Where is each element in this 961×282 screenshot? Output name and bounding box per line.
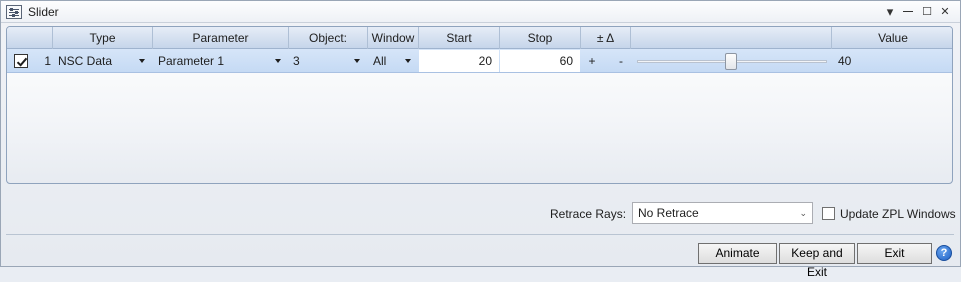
value-field[interactable]: 40 (838, 49, 948, 73)
maximize-icon[interactable]: ☐ (918, 3, 936, 21)
slider-app-icon (6, 5, 22, 19)
keep-and-exit-button[interactable]: Keep and Exit (779, 243, 855, 279)
header-value[interactable]: Value (832, 27, 952, 49)
header-plus-minus-delta[interactable]: ± Δ (581, 27, 631, 49)
window-chevron-down-icon[interactable] (405, 59, 411, 63)
update-zpl-windows-label: Update ZPL Windows (840, 207, 956, 221)
header-slider (631, 27, 832, 49)
start-input[interactable]: 20 (419, 50, 499, 72)
row-index: 1 (44, 54, 51, 68)
retrace-rays-value: No Retrace (638, 206, 699, 220)
object-dropdown[interactable]: 3 (293, 49, 363, 73)
slider-thumb[interactable] (725, 53, 737, 70)
object-chevron-down-icon[interactable] (354, 59, 360, 63)
header-stop[interactable]: Stop (500, 27, 581, 49)
help-icon[interactable]: ? (936, 245, 952, 261)
parameter-chevron-down-icon[interactable] (275, 59, 281, 63)
slider-grid: Type Parameter Object: Window Start Stop… (6, 26, 953, 184)
parameter-value: Parameter 1 (158, 54, 225, 68)
type-chevron-down-icon[interactable] (139, 59, 145, 63)
header-window[interactable]: Window (368, 27, 419, 49)
close-icon[interactable]: ✕ (936, 3, 954, 21)
slider-window: Slider ▾ — ☐ ✕ Type Parameter Object: Wi… (0, 0, 961, 279)
type-value: NSC Data (58, 54, 113, 68)
title-bar: Slider ▾ — ☐ ✕ (1, 1, 960, 23)
increment-button[interactable]: + (587, 49, 597, 73)
header-parameter[interactable]: Parameter (153, 27, 289, 49)
window-menu-icon[interactable]: ▾ (881, 3, 899, 21)
table-row[interactable]: 1 NSC Data Parameter 1 3 All 20 60 + - 4… (7, 49, 952, 73)
header-select (7, 27, 53, 49)
exit-button[interactable]: Exit (857, 243, 932, 264)
grid-header: Type Parameter Object: Window Start Stop… (7, 27, 952, 49)
header-start[interactable]: Start (419, 27, 500, 49)
chevron-down-icon[interactable]: ⌄ (799, 203, 807, 223)
parameter-dropdown[interactable]: Parameter 1 (158, 49, 284, 73)
footer-divider (6, 234, 954, 235)
stop-input[interactable]: 60 (500, 50, 580, 72)
header-object[interactable]: Object: (289, 27, 368, 49)
check-icon (16, 57, 28, 67)
retrace-rays-label: Retrace Rays: (550, 207, 627, 221)
window-value: All (373, 54, 387, 68)
retrace-rays-select[interactable]: No Retrace ⌄ (632, 202, 813, 224)
animate-button[interactable]: Animate (698, 243, 777, 264)
object-value: 3 (293, 54, 300, 68)
update-zpl-windows-checkbox[interactable] (822, 207, 835, 220)
type-dropdown[interactable]: NSC Data (58, 49, 148, 73)
window-title: Slider (28, 5, 59, 19)
minimize-icon[interactable]: — (899, 3, 917, 21)
row-enable-checkbox[interactable] (14, 54, 28, 68)
header-type[interactable]: Type (53, 27, 153, 49)
decrement-button[interactable]: - (616, 49, 626, 73)
